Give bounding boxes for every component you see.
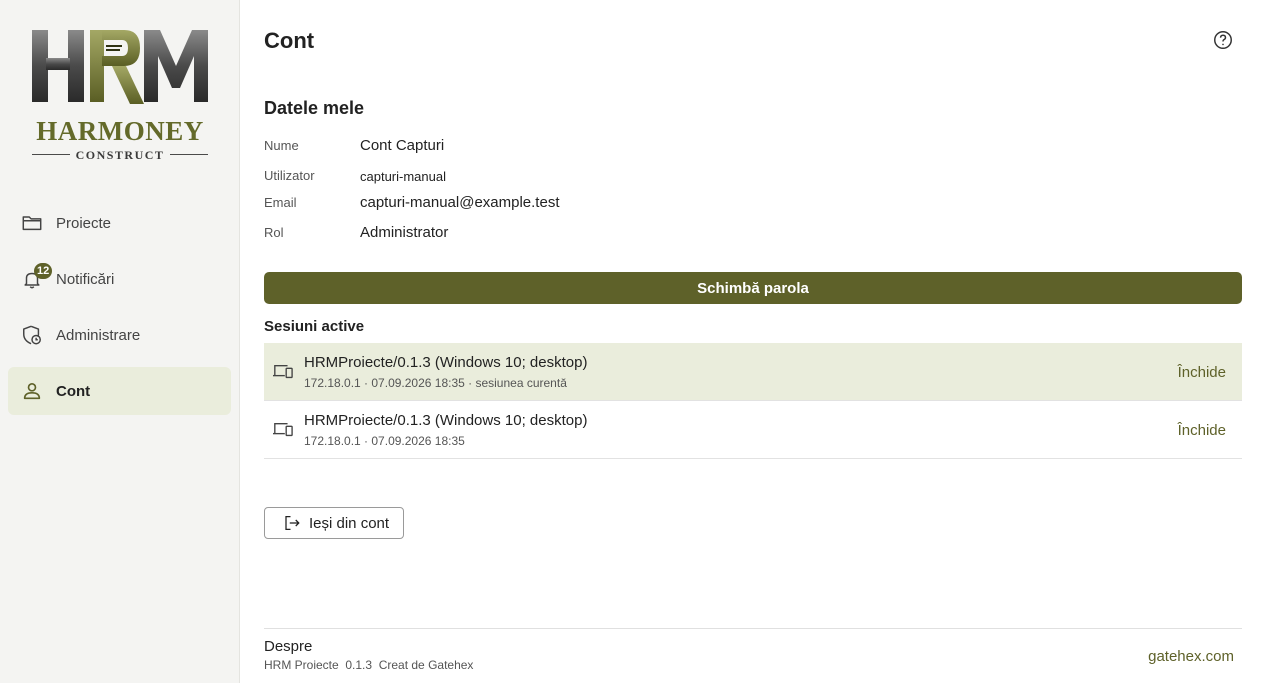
session-row: HRMProiecte/0.1.3 (Windows 10; desktop) … [264, 401, 1242, 459]
gatehex-link[interactable]: gatehex.com [1148, 648, 1234, 665]
folder-icon [22, 216, 42, 231]
notification-badge: 12 [34, 263, 53, 279]
field-row-nume: Nume Cont Capturi [264, 137, 864, 160]
about-divider [264, 628, 1242, 629]
sessions-title: Sesiuni active [264, 318, 365, 335]
session-meta: 172.18.0.1 · 07.09.2026 18:35 · sesiunea… [304, 376, 567, 390]
sidebar-item-notificari[interactable]: 12 Notificări [8, 255, 231, 303]
logout-icon [285, 515, 300, 531]
field-row-rol: Rol Administrator [264, 224, 864, 247]
page-title: Cont [264, 28, 315, 53]
field-label: Utilizator [264, 168, 315, 183]
sidebar-item-proiecte[interactable]: Proiecte [8, 199, 231, 247]
sidebar-item-label: Cont [56, 382, 91, 400]
close-session-button[interactable]: Închide [1178, 364, 1226, 381]
sidebar: HARMONEY CONSTRUCT Proiecte 12 Notificăr… [0, 0, 240, 683]
session-row: HRMProiecte/0.1.3 (Windows 10; desktop) … [264, 343, 1242, 401]
person-icon [23, 383, 41, 400]
session-name: HRMProiecte/0.1.3 (Windows 10; desktop) [304, 412, 588, 429]
about-title: Despre [264, 638, 313, 655]
devices-icon [273, 422, 293, 437]
main-content: Cont Datele mele Nume Cont Capturi Utili… [264, 0, 1242, 683]
brand-name: HARMONEY [36, 116, 204, 146]
field-label: Rol [264, 225, 284, 240]
brand-subtitle-wrap: CONSTRUCT [32, 148, 208, 164]
logout-button[interactable]: Ieși din cont [264, 507, 404, 539]
about-meta: HRM Proiecte 0.1.3 Creat de Gatehex [264, 658, 474, 672]
help-circle-icon[interactable] [1212, 29, 1234, 51]
sessions-list: HRMProiecte/0.1.3 (Windows 10; desktop) … [264, 343, 1242, 459]
change-password-button[interactable]: Schimbă parola [264, 272, 1242, 304]
field-value: Administrator [360, 224, 449, 241]
field-label: Email [264, 195, 297, 210]
hrm-logo-mark [32, 30, 208, 104]
logout-label: Ieși din cont [309, 514, 390, 532]
brand-logo[interactable]: HARMONEY CONSTRUCT [28, 28, 212, 168]
sidebar-item-label: Notificări [56, 270, 115, 288]
field-value: Cont Capturi [360, 137, 445, 154]
sidebar-item-administrare[interactable]: Administrare [8, 311, 231, 359]
sidebar-item-label: Proiecte [56, 214, 112, 232]
sidebar-nav: Proiecte 12 Notificări Administrare Cont [8, 199, 231, 423]
close-session-button[interactable]: Închide [1178, 422, 1226, 439]
field-label: Nume [264, 138, 299, 153]
sidebar-item-cont[interactable]: Cont [8, 367, 231, 415]
session-meta: 172.18.0.1 · 07.09.2026 18:35 [304, 434, 465, 448]
field-value: capturi-manual [360, 169, 446, 184]
field-row-email: Email capturi-manual@example.test [264, 194, 864, 217]
devices-icon [273, 364, 293, 379]
field-value: capturi-manual@example.test [360, 194, 560, 211]
sidebar-item-label: Administrare [56, 326, 141, 344]
brand-subtitle: CONSTRUCT [75, 148, 165, 162]
shield-clock-icon [23, 325, 41, 345]
field-row-utilizator: Utilizator capturi-manual [264, 168, 864, 190]
section-title-datele-mele: Datele mele [264, 98, 365, 118]
app-window: HARMONEY CONSTRUCT Proiecte 12 Notificăr… [0, 0, 1266, 683]
session-name: HRMProiecte/0.1.3 (Windows 10; desktop) [304, 354, 588, 371]
